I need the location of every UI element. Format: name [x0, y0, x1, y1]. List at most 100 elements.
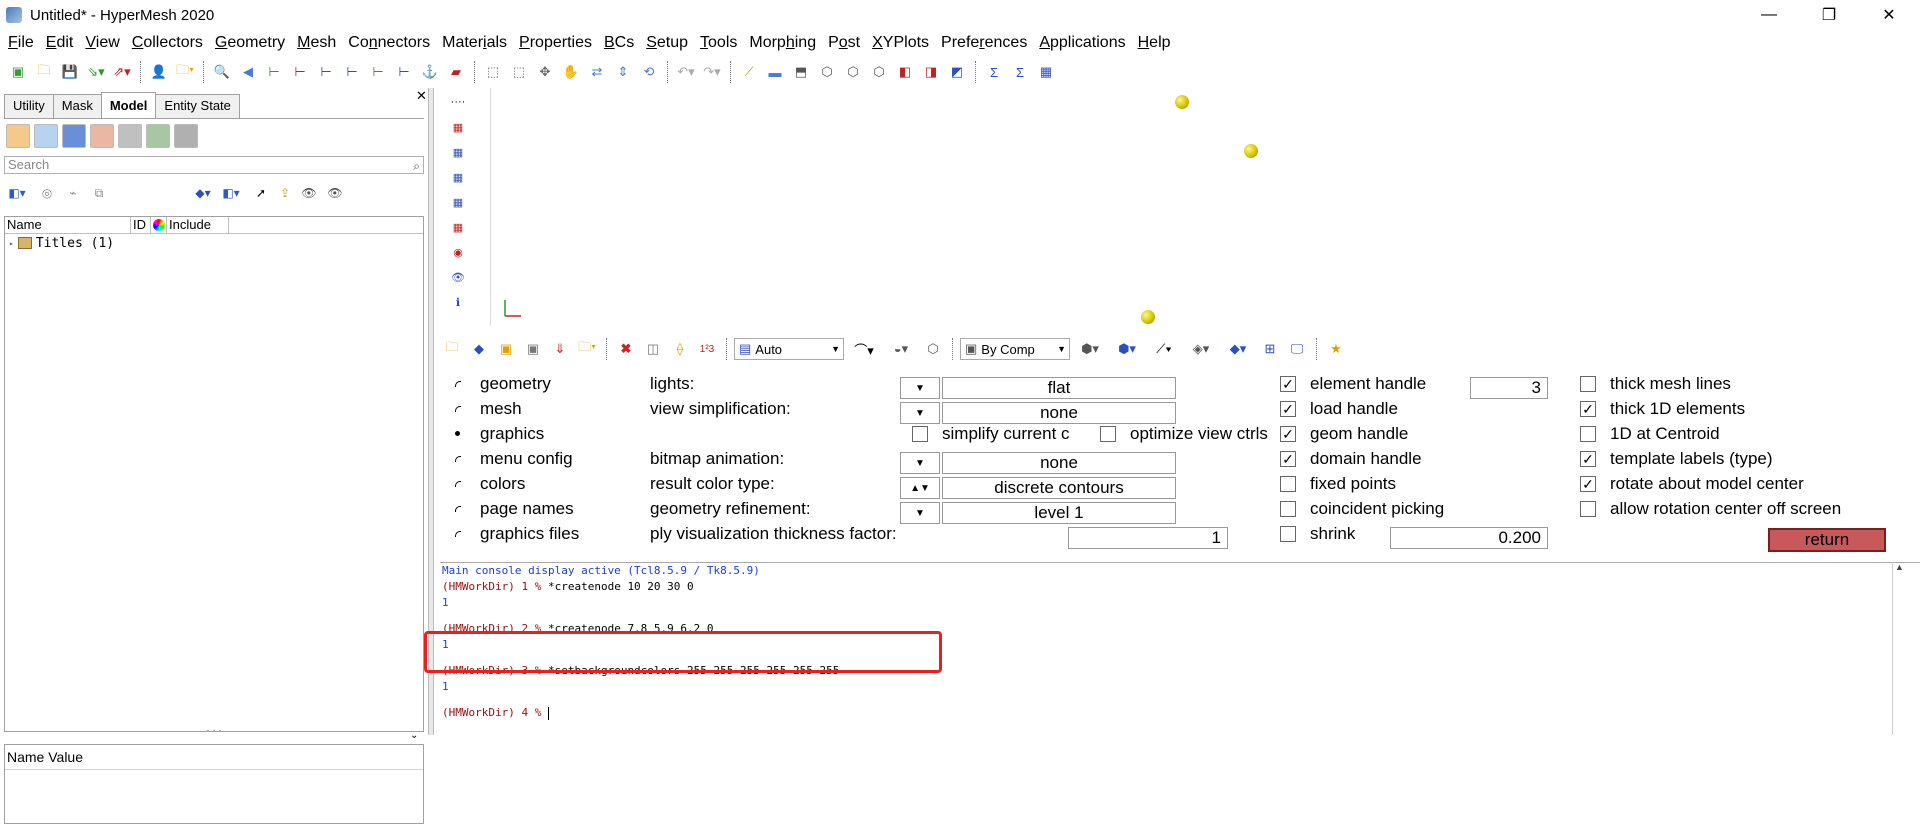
isolate-icon[interactable]: ⧉	[88, 182, 110, 204]
assembly-view-icon[interactable]	[34, 124, 58, 148]
col-id[interactable]: ID	[131, 217, 151, 233]
save-model-icon[interactable]: 💾	[58, 60, 82, 84]
user-profile-icon[interactable]: 👤	[147, 60, 171, 84]
close-browser-icon[interactable]: ✕	[416, 88, 427, 104]
model-view-icon[interactable]	[174, 124, 198, 148]
close-window-button[interactable]: ✕	[1860, 0, 1918, 30]
console-scrollbar[interactable]: ▲	[1892, 562, 1906, 735]
cylinder-icon[interactable]: ⬒	[789, 60, 813, 84]
pan-icon[interactable]: ✥	[533, 60, 557, 84]
view-xy-icon[interactable]: ⊢	[288, 60, 312, 84]
tab-entity-state[interactable]: Entity State	[155, 94, 240, 118]
feature-icon[interactable]: ▦	[446, 216, 470, 238]
node-sphere[interactable]	[1141, 310, 1155, 324]
shrink-input[interactable]: 0.200	[1390, 527, 1548, 549]
expand-arrow-icon[interactable]: ▸	[9, 239, 14, 248]
solid-mode-icon[interactable]: ◆▾	[1221, 337, 1255, 361]
solver-view-icon[interactable]	[118, 124, 142, 148]
spin-icon[interactable]: ⇄	[585, 60, 609, 84]
line-mode-icon[interactable]: ⟋▾	[1147, 337, 1181, 361]
simplify-current-checkbox[interactable]	[912, 426, 928, 442]
radio-mesh[interactable]: mesh	[452, 397, 522, 421]
connector-view-icon[interactable]	[146, 124, 170, 148]
view-yz-icon[interactable]: ⊢	[262, 60, 286, 84]
radio-page-names[interactable]: page names	[452, 497, 574, 521]
numbering-icon[interactable]: 1²3	[695, 337, 719, 361]
wireframe-icon[interactable]: ▦	[446, 166, 470, 188]
elem-display-icon[interactable]: ▣	[521, 337, 545, 361]
more-tools-icon[interactable]: ····	[446, 91, 470, 113]
export-icon[interactable]: ⇗▾	[110, 60, 134, 84]
surface-mode-icon[interactable]: ◈▾	[1184, 337, 1218, 361]
tab-mask[interactable]: Mask	[52, 94, 102, 118]
include-view-icon[interactable]	[90, 124, 114, 148]
view-iso1-icon[interactable]: ⊢	[340, 60, 364, 84]
checkbox[interactable]: ✓	[1280, 376, 1296, 392]
radio-button-icon[interactable]	[452, 403, 464, 415]
show-one-icon[interactable]: 👁	[324, 182, 346, 204]
menu-item[interactable]: Properties	[513, 32, 598, 54]
menu-item[interactable]: View	[79, 32, 125, 54]
show-all-icon[interactable]: ◎	[36, 182, 58, 204]
split-icon[interactable]: ◩	[945, 60, 969, 84]
bycomp-dropdown[interactable]: ▣ By Comp ▼	[960, 338, 1070, 360]
radio-button-icon[interactable]	[452, 453, 464, 465]
menu-item[interactable]: Setup	[640, 32, 694, 54]
menu-item[interactable]: Edit	[40, 32, 80, 54]
folder-open-icon[interactable]: 🗀▾	[173, 60, 197, 84]
clip-icon[interactable]: ◨	[919, 60, 943, 84]
mesh-mode-icon[interactable]: ⬢▾	[1073, 337, 1107, 361]
comp-display-icon[interactable]: ◆	[467, 337, 491, 361]
graphics-area[interactable]	[490, 88, 1920, 326]
new-model-icon[interactable]: ▣	[6, 60, 30, 84]
zoom-window-icon[interactable]: ⬚	[481, 60, 505, 84]
palette-icon[interactable]: ▰	[444, 60, 468, 84]
checkbox[interactable]	[1280, 501, 1296, 517]
viewsimp-value-button[interactable]: none	[942, 402, 1176, 424]
redo-icon[interactable]: ↷▾	[700, 60, 724, 84]
star-icon[interactable]: ★	[1324, 337, 1348, 361]
option-shrink[interactable]: shrink	[1280, 522, 1355, 546]
resultcolor-value-button[interactable]: discrete contours	[942, 477, 1176, 499]
georef-value-button[interactable]: level 1	[942, 502, 1176, 524]
cube3-icon[interactable]: ⬡	[867, 60, 891, 84]
option-domain-handle[interactable]: ✓ domain handle	[1280, 447, 1422, 471]
anchor-icon[interactable]: ⚓	[418, 60, 442, 84]
cube2-icon[interactable]: ⬡	[841, 60, 865, 84]
view-iso2-icon[interactable]: ⊢	[366, 60, 390, 84]
lights-toggle[interactable]: ▼	[900, 377, 940, 399]
menu-item[interactable]: Preferences	[935, 32, 1033, 54]
select-cursor-icon[interactable]: ➚	[250, 182, 272, 204]
radio-button-icon[interactable]	[452, 503, 464, 515]
resultcolor-toggle[interactable]: ▲▼	[900, 477, 940, 499]
node-sphere[interactable]	[1244, 144, 1258, 158]
menu-item[interactable]: Post	[822, 32, 866, 54]
display-mode-icon[interactable]: ◆▾	[192, 182, 214, 204]
section-icon[interactable]: ◧	[893, 60, 917, 84]
georef-toggle[interactable]: ▼	[900, 502, 940, 524]
transparency-icon[interactable]: ◉	[446, 241, 470, 263]
mesh-view-icon[interactable]: ▦	[446, 116, 470, 138]
view-iso3-icon[interactable]: ⊢	[392, 60, 416, 84]
option-1d-at-centroid[interactable]: 1D at Centroid	[1580, 422, 1720, 446]
calculator-icon[interactable]: ▦	[1034, 60, 1058, 84]
menu-item[interactable]: Mesh	[291, 32, 342, 54]
delete-icon[interactable]: ✖	[614, 337, 638, 361]
menu-item[interactable]: Help	[1132, 32, 1177, 54]
radio-button-icon[interactable]	[452, 428, 464, 440]
option-thick-1d-elements[interactable]: ✓ thick 1D elements	[1580, 397, 1745, 421]
hide-folder-icon[interactable]: 🗀▾	[575, 337, 599, 361]
tab-model[interactable]: Model	[100, 92, 157, 118]
color-mode-icon[interactable]: ◧▾	[220, 182, 242, 204]
radio-button-icon[interactable]	[452, 528, 464, 540]
option-fixed-points[interactable]: fixed points	[1280, 472, 1396, 496]
reveal-icon[interactable]: ⟠	[668, 337, 692, 361]
option-allow-rotation-center-off-screen[interactable]: allow rotation center off screen	[1580, 497, 1841, 521]
bitmap-value-button[interactable]: none	[942, 452, 1176, 474]
radio-button-icon[interactable]	[452, 478, 464, 490]
radio-menu-config[interactable]: menu config	[452, 447, 573, 471]
menu-item[interactable]: Connectors	[342, 32, 436, 54]
option-geom-handle[interactable]: ✓ geom handle	[1280, 422, 1408, 446]
radio-button-icon[interactable]	[452, 378, 464, 390]
tree-row[interactable]: ▸ Titles (1)	[5, 234, 423, 252]
